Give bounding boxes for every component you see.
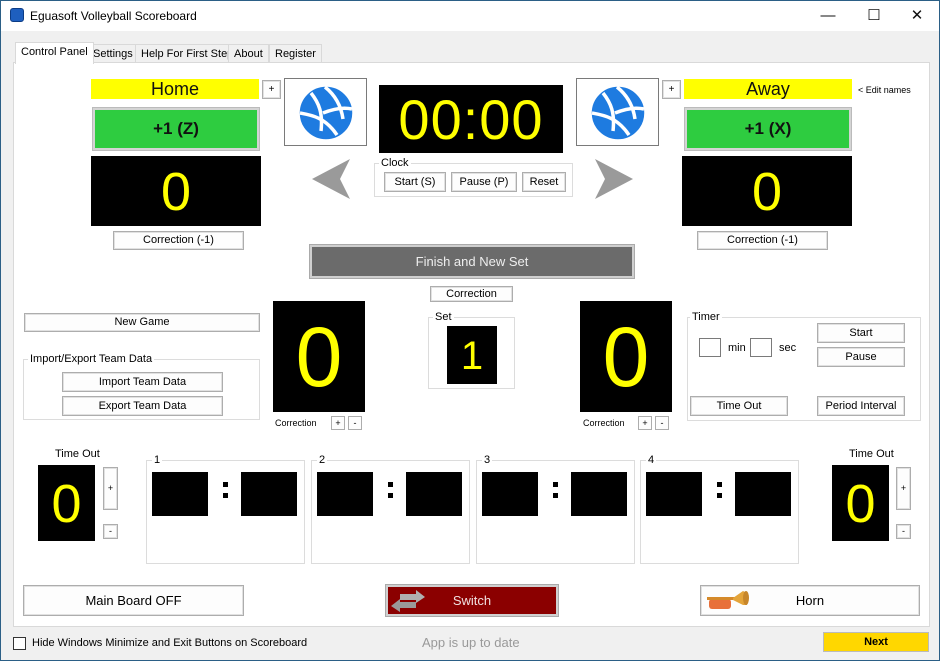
clock-reset-button[interactable]: Reset [522, 172, 566, 192]
home-sets-correction-label: Correction [275, 418, 317, 428]
set-group-label: Set [433, 310, 454, 324]
set-history-4-label: 4 [646, 453, 657, 467]
set-history-2-label: 2 [317, 453, 328, 467]
volleyball-icon [298, 85, 354, 141]
away-serve-ball[interactable] [576, 78, 659, 146]
home-sets-won-display: 0 [273, 301, 365, 412]
hide-buttons-checkbox[interactable] [13, 637, 26, 650]
timer-seconds-input[interactable] [750, 338, 772, 357]
away-timeout-plus-button[interactable]: + [896, 467, 911, 510]
home-timeout-plus-button[interactable]: + [103, 467, 118, 510]
home-timeouts-display: 0 [38, 465, 95, 541]
edit-names-link[interactable]: < Edit names [858, 85, 911, 95]
app-window: Eguasoft Volleyball Scoreboard — ☐ ✕ Con… [0, 0, 940, 661]
new-game-button[interactable]: New Game [24, 313, 260, 332]
away-timeout-label: Time Out [849, 448, 894, 460]
hide-buttons-label[interactable]: Hide Windows Minimize and Exit Buttons o… [32, 637, 307, 649]
set-2-colon [388, 476, 396, 504]
timer-start-button[interactable]: Start [817, 323, 905, 343]
set-2-away-score [406, 472, 462, 516]
timer-minutes-input[interactable] [699, 338, 721, 357]
horn-label: Horn [795, 593, 825, 608]
finish-new-set-button[interactable]: Finish and New Set [309, 244, 635, 279]
set-1-away-score [241, 472, 297, 516]
set-4-home-score [646, 472, 702, 516]
away-sets-minus-button[interactable]: - [655, 416, 669, 430]
set-3-colon [553, 476, 561, 504]
game-clock-display: 00:00 [379, 85, 563, 153]
current-set-display: 1 [447, 326, 497, 384]
main-board-toggle-button[interactable]: Main Board OFF [23, 585, 244, 616]
volleyball-icon [590, 85, 646, 141]
maximize-button[interactable]: ☐ [851, 1, 897, 31]
tab-control-panel[interactable]: Control Panel [15, 42, 94, 64]
home-timeout-label: Time Out [55, 448, 100, 460]
clock-group-label: Clock [379, 156, 411, 170]
away-timeout-minus-button[interactable]: - [896, 524, 911, 539]
away-sets-won-display: 0 [580, 301, 672, 412]
serve-left-arrow-icon[interactable] [312, 159, 352, 199]
timer-min-label: min [728, 342, 746, 354]
timer-sec-label: sec [779, 342, 797, 354]
timer-pause-button[interactable]: Pause [817, 347, 905, 367]
home-correction-button[interactable]: Correction (-1) [113, 231, 244, 250]
tab-register[interactable]: Register [269, 44, 322, 63]
timer-timeout-button[interactable]: Time Out [690, 396, 788, 416]
away-add-point-button[interactable]: +1 (X) [684, 107, 852, 151]
away-score-display: 0 [682, 156, 852, 226]
timer-group-label: Timer [690, 310, 722, 324]
set-history-1-label: 1 [152, 453, 163, 467]
set-1-colon [223, 476, 231, 504]
next-button[interactable]: Next [823, 632, 929, 652]
period-interval-button[interactable]: Period Interval [817, 396, 905, 416]
import-team-data-button[interactable]: Import Team Data [62, 372, 223, 392]
home-sets-plus-button[interactable]: + [331, 416, 345, 430]
horn-icon [707, 591, 749, 609]
home-score-display: 0 [91, 156, 261, 226]
minimize-button[interactable]: — [805, 1, 851, 31]
away-team-name[interactable]: Away [684, 79, 852, 99]
away-add-player-button[interactable]: + [662, 80, 681, 99]
tab-about[interactable]: About [228, 44, 269, 63]
home-serve-ball[interactable] [284, 78, 367, 146]
set-correction-button[interactable]: Correction [430, 286, 513, 302]
away-timeouts-display: 0 [832, 465, 889, 541]
away-sets-plus-button[interactable]: + [638, 416, 652, 430]
set-1-home-score [152, 472, 208, 516]
clock-start-button[interactable]: Start (S) [384, 172, 446, 192]
away-correction-button[interactable]: Correction (-1) [697, 231, 828, 250]
set-3-away-score [571, 472, 627, 516]
clock-pause-button[interactable]: Pause (P) [451, 172, 517, 192]
switch-sides-button[interactable]: Switch [385, 584, 559, 617]
set-3-home-score [482, 472, 538, 516]
update-status-text: App is up to date [422, 635, 520, 650]
tab-help-first-step[interactable]: Help For First Step [135, 44, 240, 63]
home-add-player-button[interactable]: + [262, 80, 281, 99]
export-team-data-button[interactable]: Export Team Data [62, 396, 223, 416]
home-add-point-button[interactable]: +1 (Z) [92, 107, 260, 151]
home-team-name[interactable]: Home [91, 79, 259, 99]
horn-button[interactable]: Horn [700, 585, 920, 616]
tab-settings[interactable]: Settings [87, 44, 139, 63]
home-timeout-minus-button[interactable]: - [103, 524, 118, 539]
home-sets-minus-button[interactable]: - [348, 416, 362, 430]
window-title: Eguasoft Volleyball Scoreboard [30, 9, 197, 23]
status-bar: Hide Windows Minimize and Exit Buttons o… [1, 629, 939, 660]
app-logo-icon [10, 8, 24, 22]
switch-label: Switch [452, 593, 492, 608]
import-export-group-label: Import/Export Team Data [28, 352, 155, 366]
title-bar: Eguasoft Volleyball Scoreboard — ☐ ✕ [1, 1, 939, 31]
close-button[interactable]: ✕ [894, 1, 940, 31]
set-4-colon [717, 476, 725, 504]
serve-right-arrow-icon[interactable] [593, 159, 633, 199]
set-2-home-score [317, 472, 373, 516]
set-4-away-score [735, 472, 791, 516]
set-history-3-label: 3 [482, 453, 493, 467]
away-sets-correction-label: Correction [583, 418, 625, 428]
